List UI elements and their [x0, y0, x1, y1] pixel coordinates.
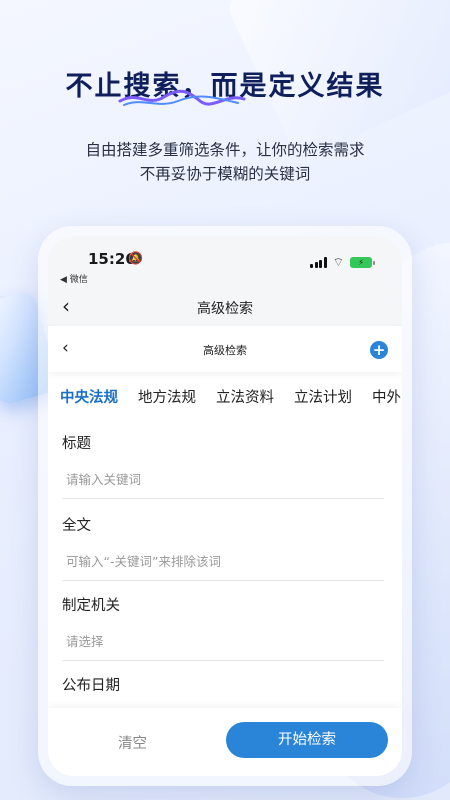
inner-nav-bar: ‹ 高级检索 +	[48, 326, 402, 372]
publish-date-label: 公布日期	[62, 678, 120, 694]
authority-label: 制定机关	[62, 598, 120, 614]
hero-title: 不止搜索 ，而是定义结果	[0, 64, 450, 106]
battery-icon: ⚡	[350, 257, 375, 268]
clear-button[interactable]: 清空	[118, 732, 147, 753]
fulltext-field: 全文 可输入“-关键词”来排除该词	[62, 514, 384, 581]
hero-title-part1: 不止	[65, 71, 124, 102]
fulltext-input[interactable]: 可输入“-关键词”来排除该词	[62, 551, 384, 581]
back-to-app-link[interactable]: ◀ 微信	[60, 272, 88, 285]
scribble-underline-icon	[118, 89, 245, 106]
publish-date-field: 公布日期	[62, 674, 384, 695]
tab-foreign[interactable]: 中外	[372, 386, 401, 416]
title-label: 标题	[62, 436, 91, 452]
start-search-button[interactable]: 开始检索	[226, 722, 388, 758]
phone-screen: 15:26 🔕 ◀ 微信 ⌔ ⚡ ‹ 高级检索 ‹ 高级检索 + 中央法规 地方…	[48, 236, 402, 776]
inner-nav-title: 高级检索	[203, 344, 247, 357]
title-input[interactable]: 请输入关键词	[62, 469, 384, 499]
authority-field: 制定机关 请选择	[62, 594, 384, 661]
outer-nav-bar: ‹ 高级检索	[48, 286, 402, 326]
status-bar: 15:26 🔕 ◀ 微信 ⌔ ⚡	[48, 236, 402, 286]
bottom-action-bar: 清空 开始检索	[48, 708, 402, 776]
phone-frame: 15:26 🔕 ◀ 微信 ⌔ ⚡ ‹ 高级检索 ‹ 高级检索 + 中央法规 地方…	[38, 226, 412, 786]
category-tabs: 中央法规 地方法规 立法资料 立法计划 中外	[60, 386, 402, 416]
hero-subtitle: 自由搭建多重筛选条件，让你的检索需求 不再妥协于模糊的关键词	[0, 138, 450, 186]
outer-nav-title: 高级检索	[197, 301, 253, 317]
fulltext-label: 全文	[62, 518, 91, 534]
title-field: 标题 请输入关键词	[62, 432, 384, 499]
authority-select[interactable]: 请选择	[62, 631, 384, 661]
tab-central-regulations[interactable]: 中央法规	[60, 386, 118, 416]
hero-subtitle-line2: 不再妥协于模糊的关键词	[139, 165, 311, 183]
hero-title-highlight: 搜索	[118, 64, 245, 106]
bell-muted-icon: 🔕	[128, 251, 143, 265]
wifi-icon: ⌔	[332, 255, 344, 269]
plus-circle-icon[interactable]: +	[370, 341, 388, 359]
hero-subtitle-line1: 自由搭建多重筛选条件，让你的检索需求	[85, 141, 365, 159]
tab-legislative-plans[interactable]: 立法计划	[294, 386, 352, 416]
status-indicators: ⌔ ⚡	[310, 255, 375, 270]
tab-local-regulations[interactable]: 地方法规	[138, 386, 196, 416]
signal-icon	[310, 257, 327, 268]
tab-legislative-materials[interactable]: 立法资料	[216, 386, 274, 416]
